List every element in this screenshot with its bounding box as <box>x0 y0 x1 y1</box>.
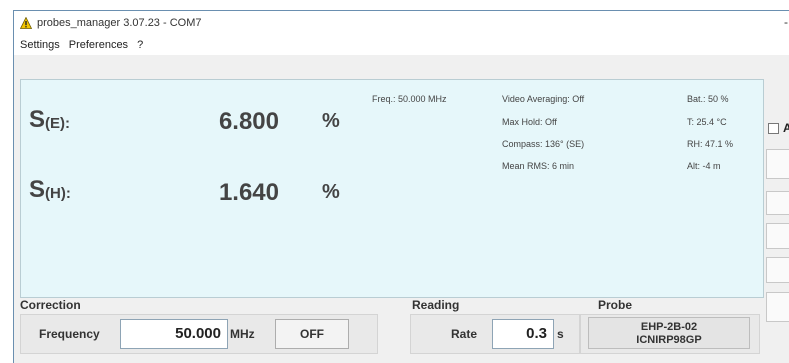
right-panel-button-5[interactable] <box>766 292 789 322</box>
mean-rms-status: Mean RMS: 6 min <box>502 161 575 171</box>
window-title: probes_manager 3.07.23 - COM7 <box>37 17 202 29</box>
measurement-display: S(E): 6.800 % S(H): 1.640 % Freq.: 50.00… <box>20 79 764 298</box>
right-panel-button-2[interactable] <box>766 191 789 215</box>
menu-help[interactable]: ? <box>137 39 143 51</box>
correction-title: Correction <box>20 298 81 312</box>
se-value: 6.800 <box>218 108 279 135</box>
se-unit: % <box>322 110 340 132</box>
title-bar: probes_manager 3.07.23 - COM7 - <box>14 11 789 35</box>
battery-status: Bat.: 50 % <box>687 94 729 104</box>
sh-value: 1.640 <box>218 179 279 206</box>
menu-bar: Settings Preferences ? <box>14 35 789 55</box>
right-panel-button-1[interactable] <box>766 149 789 179</box>
right-panel-checkbox-label: A <box>783 121 789 135</box>
probe-model[interactable]: EHP-2B-02 ICNIRP98GP <box>588 317 750 349</box>
app-window: probes_manager 3.07.23 - COM7 - Settings… <box>13 10 789 363</box>
rate-unit: s <box>557 327 564 341</box>
reading-title: Reading <box>412 298 460 312</box>
menu-preferences[interactable]: Preferences <box>69 39 128 51</box>
rate-input[interactable]: 0.3 <box>492 319 554 349</box>
right-panel-button-3[interactable] <box>766 223 789 249</box>
frequency-input[interactable]: 50.000 <box>120 319 228 349</box>
temperature-status: T: 25.4 °C <box>687 117 727 127</box>
correction-off-button[interactable]: OFF <box>275 319 349 349</box>
frequency-readout: Freq.: 50.000 MHz <box>372 94 447 104</box>
video-averaging-status: Video Averaging: Off <box>502 94 585 104</box>
sh-unit: % <box>322 181 340 203</box>
minimize-button[interactable]: - <box>784 15 788 29</box>
frequency-label: Frequency <box>39 327 100 341</box>
right-panel-checkbox[interactable] <box>768 123 779 134</box>
se-label: S(E): <box>29 106 71 133</box>
rate-label: Rate <box>451 327 478 341</box>
max-hold-status: Max Hold: Off <box>502 117 557 127</box>
frequency-unit: MHz <box>230 327 255 341</box>
right-panel-button-4[interactable] <box>766 257 789 283</box>
altitude-status: Alt: -4 m <box>687 161 721 171</box>
menu-settings[interactable]: Settings <box>20 39 60 51</box>
probe-model-line1: EHP-2B-02 <box>640 321 698 333</box>
sh-label: S(H): <box>29 176 71 203</box>
compass-status: Compass: 136° (SE) <box>502 139 585 149</box>
humidity-status: RH: 47.1 % <box>687 139 734 149</box>
probe-title: Probe <box>598 298 633 312</box>
warning-triangle-icon <box>20 17 32 29</box>
probe-model-line2: ICNIRP98GP <box>636 334 702 346</box>
